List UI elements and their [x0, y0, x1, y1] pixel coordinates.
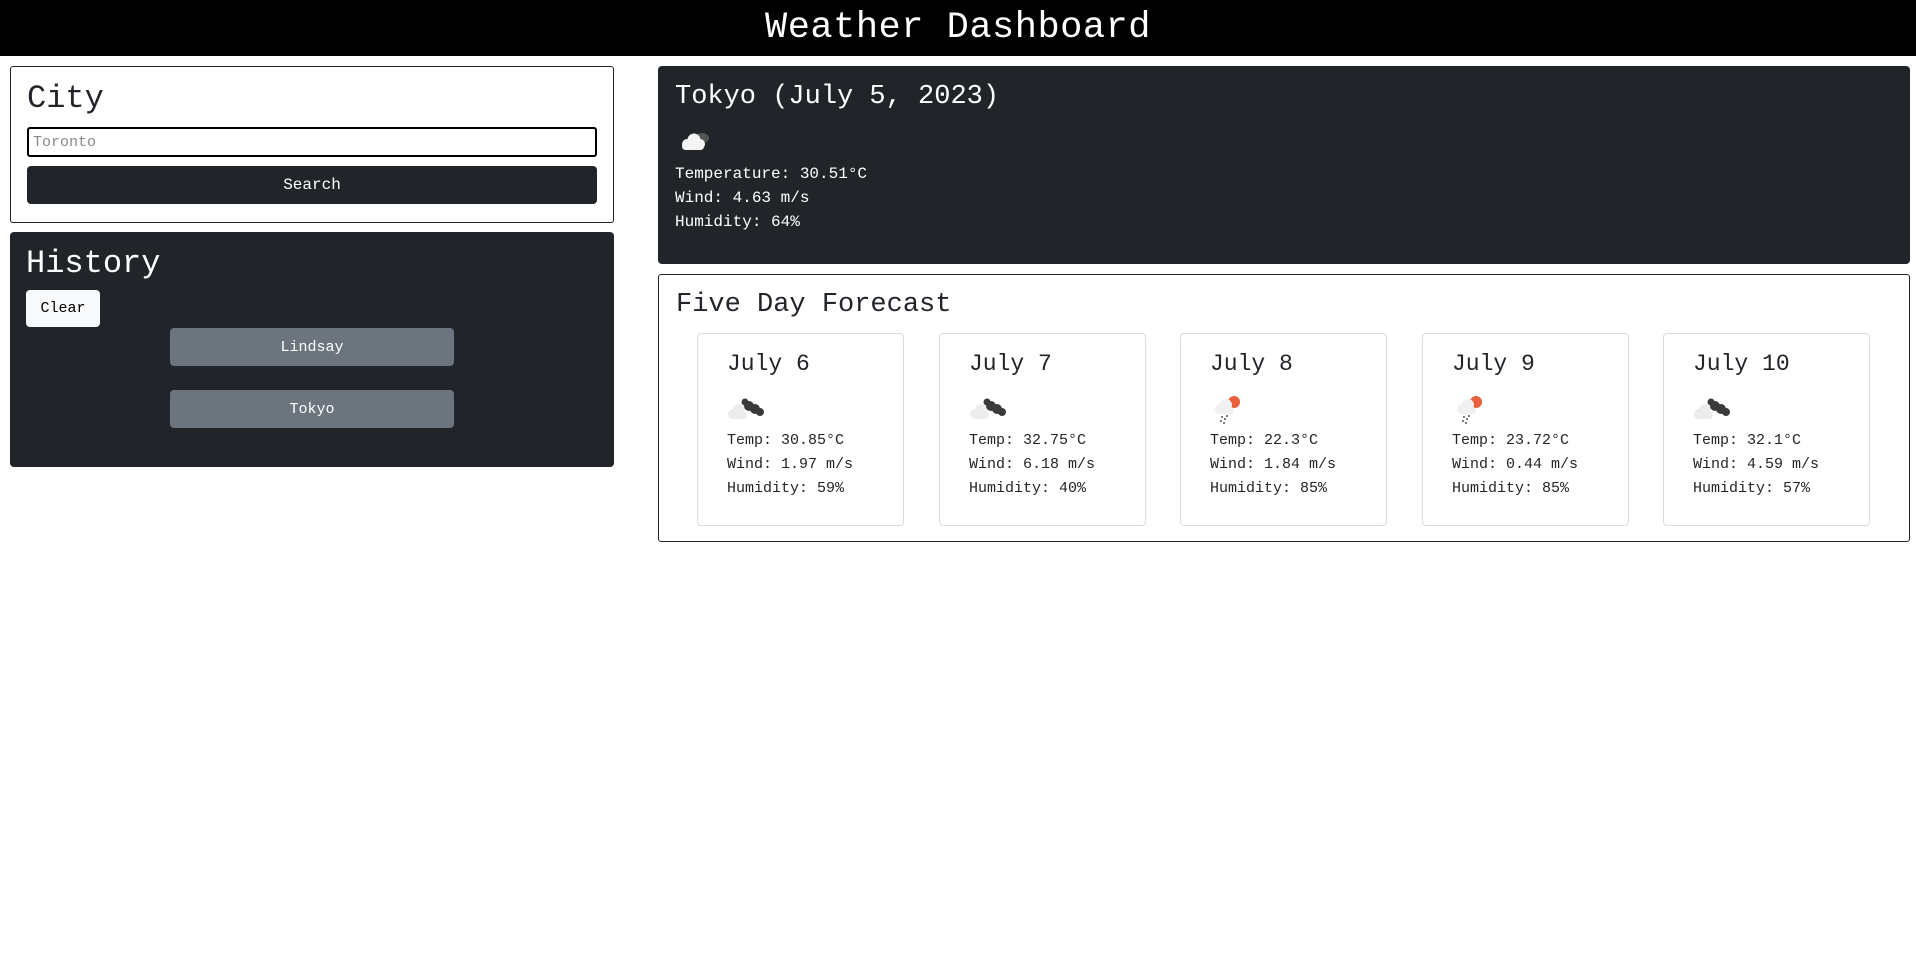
forecast-date: July 10: [1693, 351, 1790, 377]
history-panel: History Clear Lindsay Tokyo: [10, 232, 614, 467]
forecast-panel: Five Day Forecast July 6 Temp: 30.85°C W…: [658, 274, 1910, 542]
forecast-heading: Five Day Forecast: [676, 290, 952, 320]
history-item-lindsay[interactable]: Lindsay: [170, 328, 454, 366]
history-heading: History: [26, 245, 161, 282]
forecast-temp: Temp: 23.72°C: [1452, 432, 1570, 449]
city-heading: City: [27, 80, 104, 117]
current-wind: Wind: 4.63 m/s: [675, 189, 810, 207]
search-button[interactable]: Search: [27, 166, 597, 204]
forecast-wind: Wind: 4.59 m/s: [1693, 456, 1820, 473]
rain-sun-icon: [1210, 392, 1357, 426]
forecast-humidity: Humidity: 85%: [1210, 480, 1328, 497]
forecast-humidity: Humidity: 40%: [969, 480, 1087, 497]
forecast-temp: Temp: 22.3°C: [1210, 432, 1319, 449]
forecast-temp: Temp: 32.1°C: [1693, 432, 1802, 449]
forecast-humidity: Humidity: 85%: [1452, 480, 1570, 497]
forecast-date: July 7: [969, 351, 1052, 377]
forecast-humidity: Humidity: 59%: [727, 480, 845, 497]
forecast-card: July 7 Temp: 32.75°C Wind: 6.18 m/s Humi…: [939, 333, 1146, 526]
forecast-wind: Wind: 6.18 m/s: [969, 456, 1096, 473]
forecast-date: July 9: [1452, 351, 1535, 377]
clear-history-button[interactable]: Clear: [26, 290, 100, 327]
broken-clouds-icon: [727, 392, 874, 426]
forecast-card: July 9 Temp: 23.72°C Wind: 0.44 m/s Humi…: [1422, 333, 1629, 526]
app-title: Weather Dashboard: [765, 7, 1151, 49]
app-header: Weather Dashboard: [0, 0, 1916, 56]
current-temperature: Temperature: 30.51°C: [675, 165, 868, 183]
broken-clouds-icon: [1693, 392, 1840, 426]
forecast-temp: Temp: 30.85°C: [727, 432, 845, 449]
current-humidity: Humidity: 64%: [675, 213, 800, 231]
broken-clouds-icon: [675, 124, 1893, 158]
forecast-wind: Wind: 1.84 m/s: [1210, 456, 1337, 473]
current-city-title: Tokyo (July 5, 2023): [675, 82, 1000, 112]
city-search-panel: City Search: [10, 66, 614, 223]
forecast-temp: Temp: 32.75°C: [969, 432, 1087, 449]
forecast-wind: Wind: 0.44 m/s: [1452, 456, 1579, 473]
current-weather-panel: Tokyo (July 5, 2023) Temperature: 30.51°…: [658, 66, 1910, 264]
history-item-tokyo[interactable]: Tokyo: [170, 390, 454, 428]
forecast-card: July 6 Temp: 30.85°C Wind: 1.97 m/s Humi…: [697, 333, 904, 526]
broken-clouds-icon: [969, 392, 1116, 426]
forecast-humidity: Humidity: 57%: [1693, 480, 1811, 497]
forecast-date: July 8: [1210, 351, 1293, 377]
forecast-card: July 10 Temp: 32.1°C Wind: 4.59 m/s Humi…: [1663, 333, 1870, 526]
forecast-wind: Wind: 1.97 m/s: [727, 456, 854, 473]
forecast-date: July 6: [727, 351, 810, 377]
forecast-card: July 8 Temp: 22.3°C Wind: 1.84 m/s Humid…: [1180, 333, 1387, 526]
city-search-input[interactable]: [27, 127, 597, 157]
rain-sun-icon: [1452, 392, 1599, 426]
